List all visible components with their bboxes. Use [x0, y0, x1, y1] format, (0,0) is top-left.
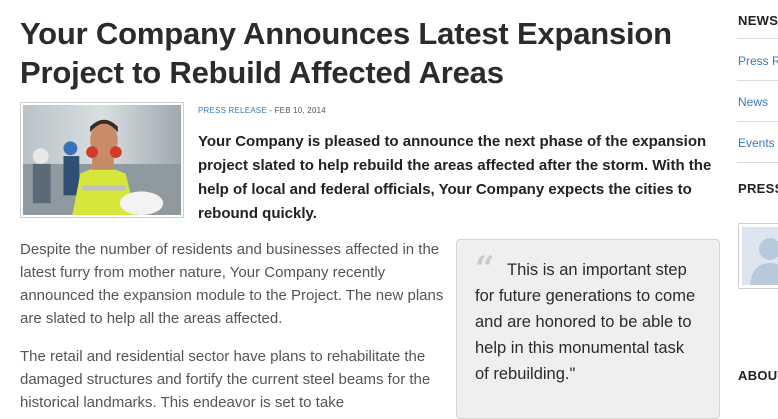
- sidebar-link-press-releases[interactable]: Press Releases: [738, 54, 778, 68]
- sidebar-divider: [737, 162, 778, 163]
- press-contact-avatar[interactable]: [738, 223, 778, 289]
- pull-quote-text: This is an important step for future gen…: [475, 261, 696, 383]
- pull-quote: “ This is an important step for future g…: [456, 239, 720, 419]
- sidebar-divider: [737, 38, 778, 39]
- sidebar-link-news[interactable]: News: [738, 95, 768, 109]
- worker-photo-image: [23, 105, 181, 215]
- sidebar-heading-about: ABOUT: [738, 368, 778, 383]
- date-separator: -: [266, 106, 275, 115]
- sidebar-divider: [737, 80, 778, 81]
- article-photo: [20, 102, 184, 218]
- sidebar: NEWS Press Releases News Events PRESS AB…: [737, 0, 778, 400]
- sidebar-heading-news: NEWS: [738, 13, 778, 28]
- quote-mark-icon: “: [475, 249, 495, 289]
- body-paragraph: The retail and residential sector have p…: [20, 348, 431, 411]
- article-title: Your Company Announces Latest Expansion …: [20, 16, 672, 90]
- article-meta: PRESS RELEASE - FEB 10, 2014: [198, 106, 326, 115]
- article-lede: Your Company is pleased to announce the …: [198, 133, 712, 222]
- body-paragraph: Despite the number of residents and busi…: [20, 241, 444, 327]
- sidebar-divider: [737, 121, 778, 122]
- category-link[interactable]: PRESS RELEASE: [198, 106, 267, 115]
- sidebar-heading-press: PRESS: [738, 181, 778, 196]
- avatar-icon: [742, 227, 778, 285]
- article-date: FEB 10, 2014: [274, 106, 326, 115]
- sidebar-link-events[interactable]: Events: [738, 136, 775, 150]
